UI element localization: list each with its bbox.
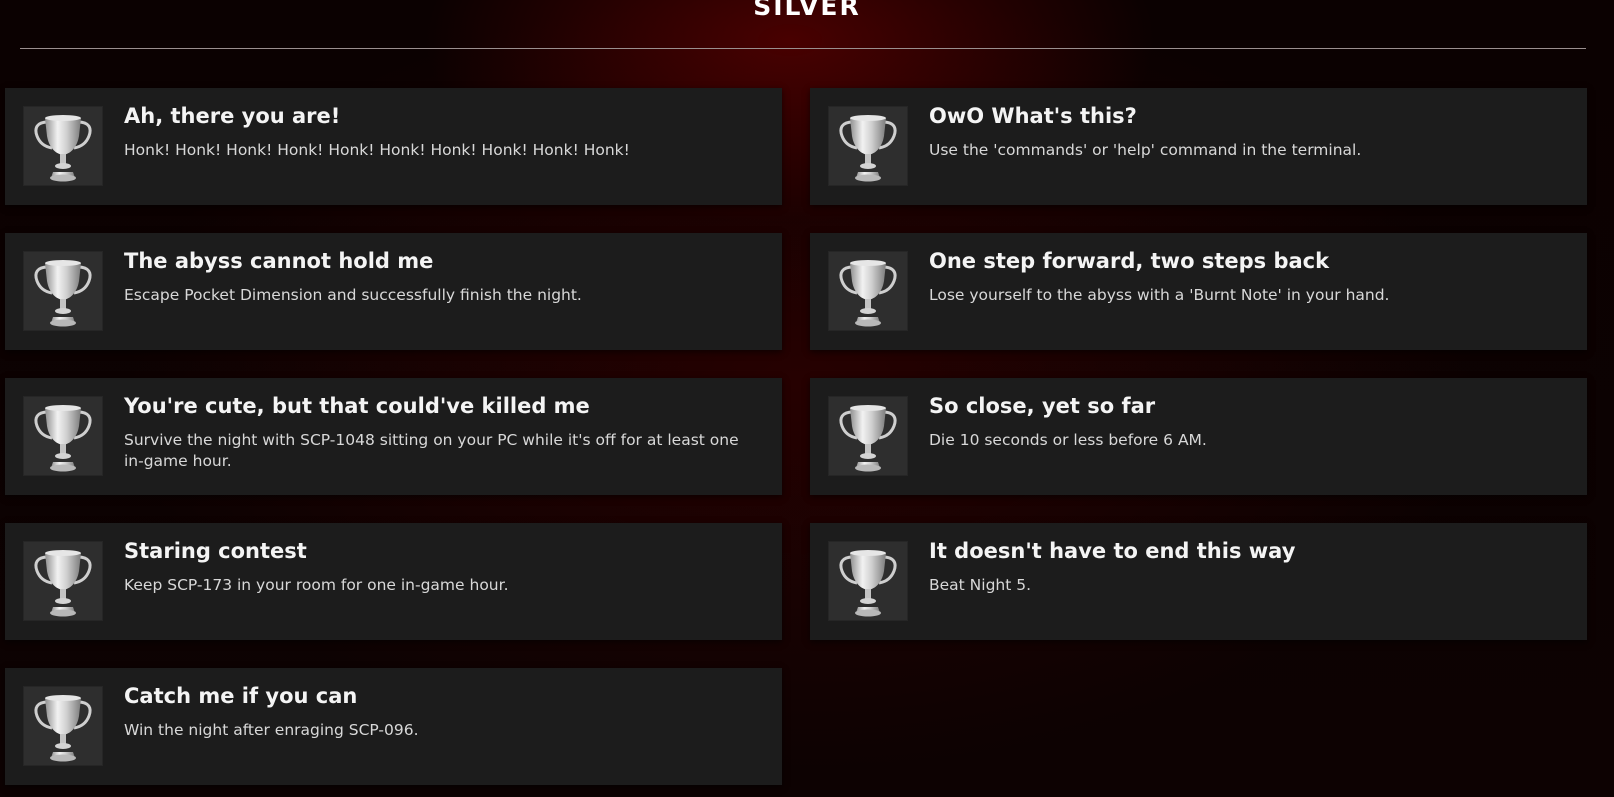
achievement-title: Ah, there you are! xyxy=(124,104,341,128)
achievement-card[interactable]: Catch me if you can Win the night after … xyxy=(5,668,782,785)
achievement-title: It doesn't have to end this way xyxy=(929,539,1296,563)
achievement-card[interactable]: Staring contest Keep SCP-173 in your roo… xyxy=(5,523,782,640)
section-divider xyxy=(20,48,1586,49)
achievement-title: Catch me if you can xyxy=(124,684,358,708)
achievement-description: Survive the night with SCP-1048 sitting … xyxy=(124,431,739,470)
achievement-card[interactable]: The abyss cannot hold me Escape Pocket D… xyxy=(5,233,782,350)
section-title: SILVER xyxy=(753,0,861,21)
silver-trophy-icon xyxy=(828,541,908,621)
achievement-description: Keep SCP-173 in your room for one in-gam… xyxy=(124,576,509,594)
silver-trophy-icon xyxy=(23,251,103,331)
achievement-title: One step forward, two steps back xyxy=(929,249,1330,273)
achievement-card[interactable]: One step forward, two steps back Lose yo… xyxy=(810,233,1587,350)
achievement-title: Staring contest xyxy=(124,539,307,563)
silver-trophy-icon xyxy=(23,106,103,186)
achievement-card[interactable]: So close, yet so far Die 10 seconds or l… xyxy=(810,378,1587,495)
silver-trophy-icon xyxy=(828,251,908,331)
achievement-description: Escape Pocket Dimension and successfully… xyxy=(124,286,582,304)
silver-trophy-icon xyxy=(828,106,908,186)
silver-trophy-icon xyxy=(23,396,103,476)
achievement-card[interactable]: OwO What's this? Use the 'commands' or '… xyxy=(810,88,1587,205)
silver-trophy-icon xyxy=(828,396,908,476)
achievements-grid: Ah, there you are! Honk! Honk! Honk! Hon… xyxy=(5,88,1587,785)
achievement-description: Win the night after enraging SCP-096. xyxy=(124,721,419,739)
achievement-description: Lose yourself to the abyss with a 'Burnt… xyxy=(929,286,1390,304)
achievement-card[interactable]: You're cute, but that could've killed me… xyxy=(5,378,782,495)
silver-trophy-icon xyxy=(23,686,103,766)
achievement-description: Beat Night 5. xyxy=(929,576,1032,594)
achievement-card[interactable]: It doesn't have to end this way Beat Nig… xyxy=(810,523,1587,640)
achievement-description: Use the 'commands' or 'help' command in … xyxy=(929,141,1362,159)
achievement-title: You're cute, but that could've killed me xyxy=(124,394,590,418)
achievement-title: So close, yet so far xyxy=(929,394,1156,418)
achievement-description: Honk! Honk! Honk! Honk! Honk! Honk! Honk… xyxy=(124,141,630,159)
silver-trophy-icon xyxy=(23,541,103,621)
achievement-description: Die 10 seconds or less before 6 AM. xyxy=(929,431,1207,449)
achievement-card[interactable]: Ah, there you are! Honk! Honk! Honk! Hon… xyxy=(5,88,782,205)
achievement-title: OwO What's this? xyxy=(929,104,1137,128)
achievement-title: The abyss cannot hold me xyxy=(124,249,434,273)
